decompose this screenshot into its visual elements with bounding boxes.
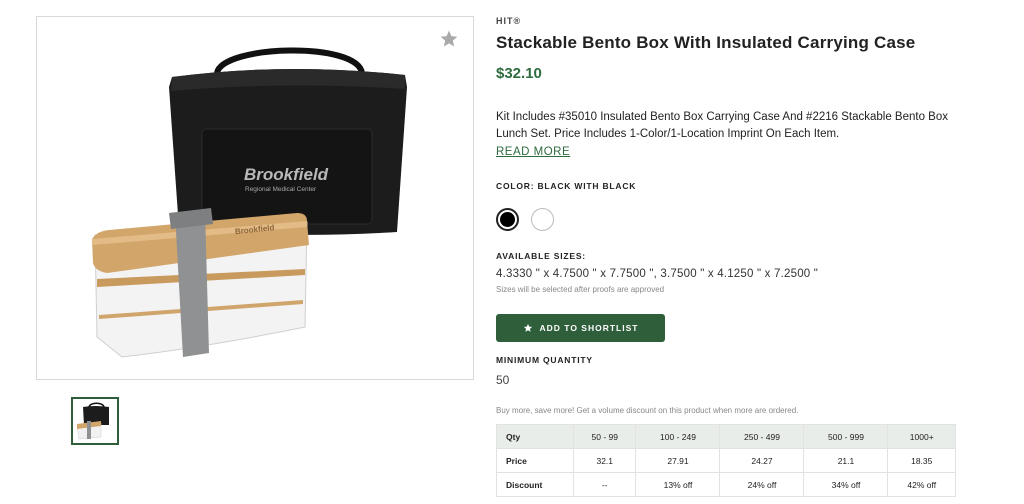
add-to-shortlist-button[interactable]: ADD TO SHORTLIST [496,314,665,342]
pricing-cell: Discount [496,472,574,497]
pricing-cell: 42% off [887,472,956,497]
color-swatch-black[interactable] [496,208,519,231]
pricing-cell: 32.1 [572,448,637,473]
pricing-header-cell: 50 - 99 [572,424,637,449]
color-swatch-white[interactable] [531,208,554,231]
pricing-header-cell: 250 - 499 [719,424,805,449]
pricing-header-cell: 1000+ [887,424,956,449]
shortlist-button-label: ADD TO SHORTLIST [539,323,639,333]
bento-box-illustration: Brookfield Regional Medical Center Brook… [92,47,407,358]
pricing-cell: 24% off [719,472,805,497]
pricing-cell: 21.1 [803,448,889,473]
table-row: Discount -- 13% off 24% off 34% off 42% … [496,472,956,497]
pricing-cell: 18.35 [887,448,956,473]
minimum-quantity-label: MINIMUM QUANTITY [496,355,593,365]
pricing-cell: Price [496,448,574,473]
sizes-label: AVAILABLE SIZES: [496,251,586,261]
product-title: Stackable Bento Box With Insulated Carry… [496,33,916,52]
pricing-cell: -- [572,472,637,497]
thumbnail-image [76,402,109,440]
product-description: Kit Includes #35010 Insulated Bento Box … [496,111,948,140]
favorite-star-icon[interactable] [439,29,459,49]
pricing-cell: 24.27 [719,448,805,473]
table-row: Price 32.1 27.91 24.27 21.1 18.35 [496,448,956,473]
pricing-table: Qty 50 - 99 100 - 249 250 - 499 500 - 99… [496,424,956,497]
pricing-header-cell: Qty [496,424,574,449]
volume-discount-note: Buy more, save more! Get a volume discou… [496,406,799,415]
product-thumbnail[interactable] [71,397,119,445]
pricing-cell: 27.91 [635,448,721,473]
pricing-cell: 34% off [803,472,889,497]
brand-name: HIT® [496,16,522,26]
sizes-note: Sizes will be selected after proofs are … [496,285,665,294]
pricing-cell: 13% off [635,472,721,497]
read-more-link[interactable]: READ MORE [496,146,570,158]
bag-imprint-subtitle: Regional Medical Center [245,186,317,193]
product-price: $32.10 [496,65,542,82]
pricing-header-row: Qty 50 - 99 100 - 249 250 - 499 500 - 99… [496,424,956,449]
main-product-image: Brookfield Regional Medical Center Brook… [36,16,474,380]
color-label: COLOR: BLACK WITH BLACK [496,181,637,191]
pricing-header-cell: 100 - 249 [635,424,721,449]
sizes-value: 4.3330 " x 4.7500 " x 7.7500 ", 3.7500 "… [496,268,819,280]
bag-imprint-logo: Brookfield [244,165,329,184]
minimum-quantity-value: 50 [496,373,510,387]
star-icon [523,323,532,332]
pricing-header-cell: 500 - 999 [803,424,889,449]
